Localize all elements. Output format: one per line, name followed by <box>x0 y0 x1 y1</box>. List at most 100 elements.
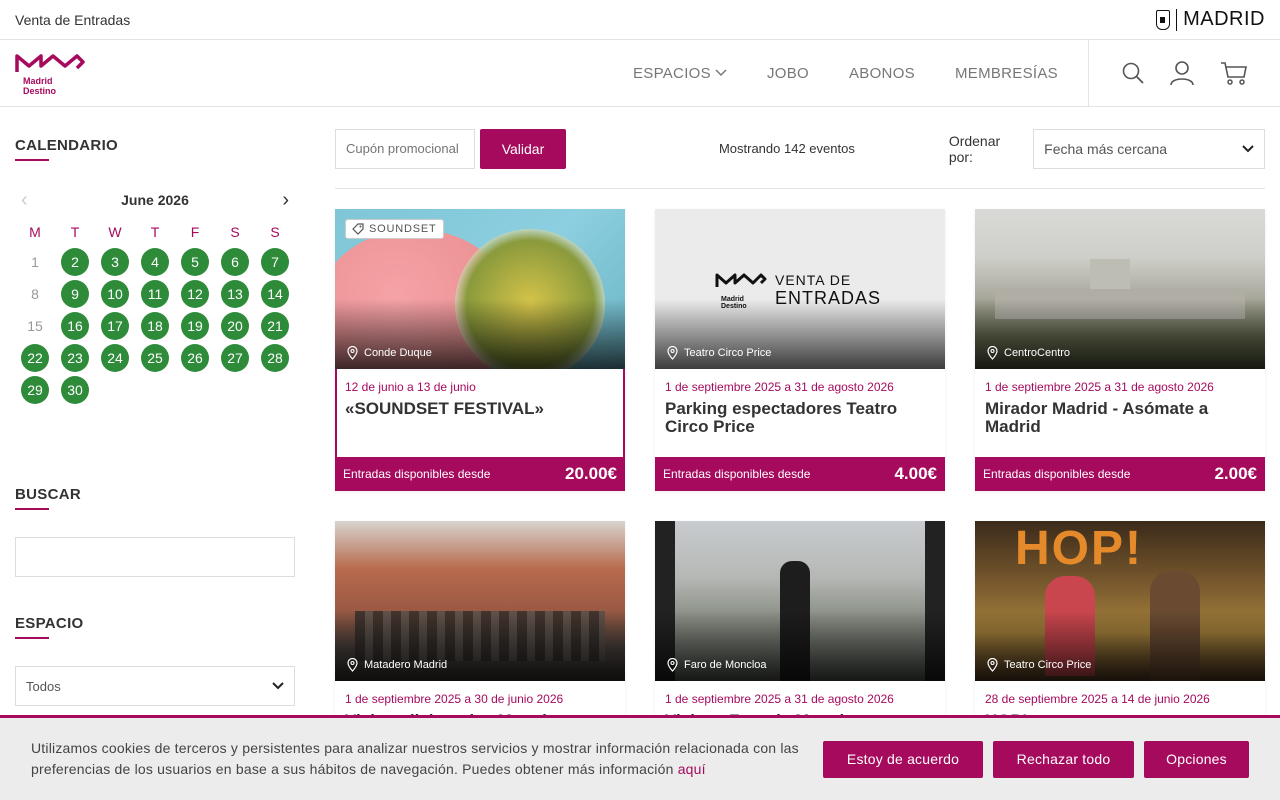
calendar-day[interactable]: 23 <box>55 342 95 374</box>
coupon-input[interactable] <box>335 128 475 169</box>
calendar-day[interactable]: 20 <box>215 310 255 342</box>
nav-espacios[interactable]: ESPACIOS <box>633 65 727 82</box>
event-card[interactable]: MadridDestinoVENTA DEENTRADASTeatro Circ… <box>655 209 945 491</box>
event-image[interactable]: SOUNDSET Conde Duque <box>335 209 625 369</box>
accept-cookies-button[interactable]: Estoy de acuerdo <box>823 740 983 778</box>
calendar-day[interactable]: 18 <box>135 310 175 342</box>
cookie-banner: Utilizamos cookies de terceros y persist… <box>0 715 1280 800</box>
calendar-day-number: 19 <box>181 312 209 340</box>
calendar-day[interactable]: 13 <box>215 278 255 310</box>
event-card[interactable]: CentroCentro 1 de septiembre 2025 a 31 de… <box>975 209 1265 491</box>
calendar-day[interactable]: 26 <box>175 342 215 374</box>
cookie-options-button[interactable]: Opciones <box>1144 740 1249 778</box>
event-title[interactable]: Mirador Madrid - Asómate a Madrid <box>985 400 1255 436</box>
madrid-logo-text: MADRID <box>1183 8 1265 30</box>
calendar-day[interactable]: 19 <box>175 310 215 342</box>
nav-membresias[interactable]: MEMBRESÍAS <box>955 65 1058 82</box>
calendar-day[interactable]: 6 <box>215 246 255 278</box>
nav-abonos[interactable]: ABONOS <box>849 65 915 82</box>
user-icon[interactable] <box>1169 60 1195 86</box>
calendar-day-number: 15 <box>27 318 43 334</box>
event-dates: 1 de septiembre 2025 a 31 de agosto 2026 <box>665 380 894 394</box>
weekday-header: F <box>190 224 200 240</box>
calendar-day-number: 1 <box>31 254 39 270</box>
calendar-day[interactable]: 17 <box>95 310 135 342</box>
calendar-day-number: 26 <box>181 344 209 372</box>
calendar-day[interactable]: 16 <box>55 310 95 342</box>
calendar-day[interactable]: 25 <box>135 342 175 374</box>
search-input[interactable] <box>15 537 295 577</box>
prev-month-icon[interactable]: ‹ <box>21 190 28 210</box>
reject-cookies-button[interactable]: Rechazar todo <box>993 740 1134 778</box>
calendar-day[interactable]: 11 <box>135 278 175 310</box>
event-price-bar[interactable]: Entradas disponibles desde 2.00€ <box>975 457 1265 491</box>
calendar-day[interactable]: 7 <box>255 246 295 278</box>
event-location: Teatro Circo Price <box>987 658 1091 672</box>
calendar-day[interactable]: 29 <box>15 374 55 406</box>
map-pin-icon <box>667 346 678 360</box>
event-image[interactable]: CentroCentro <box>975 209 1265 369</box>
validate-button[interactable]: Validar <box>480 128 566 169</box>
event-price: 20.00€ <box>565 464 617 483</box>
calendar-day[interactable]: 28 <box>255 342 295 374</box>
event-dates: 1 de septiembre 2025 a 31 de agosto 2026 <box>985 380 1214 394</box>
calendar-day[interactable]: 9 <box>55 278 95 310</box>
calendar-day-number: 3 <box>101 248 129 276</box>
calendar-day-number: 28 <box>261 344 289 372</box>
map-pin-icon <box>347 346 358 360</box>
event-image[interactable]: Matadero Madrid <box>335 521 625 681</box>
calendar-day-number: 16 <box>61 312 89 340</box>
calendar-grid: M T W T F S S 1 2 3 4 5 6 7 8 9 10 11 12 13 14 15 16 17 18 19 20 21… <box>15 224 295 406</box>
event-dates: 28 de septiembre 2025 a 14 de junio 2026 <box>985 692 1210 706</box>
calendar-day-number: 13 <box>221 280 249 308</box>
next-month-icon[interactable]: › <box>282 190 289 210</box>
calendar-day-number: 5 <box>181 248 209 276</box>
calendar-day-number: 30 <box>61 376 89 404</box>
calendar-day-number: 14 <box>261 280 289 308</box>
map-pin-icon <box>987 346 998 360</box>
calendar-day[interactable]: 27 <box>215 342 255 374</box>
madrid-city-logo[interactable]: MADRID <box>1156 8 1265 31</box>
search-icon[interactable] <box>1121 61 1145 85</box>
calendar-day[interactable]: 14 <box>255 278 295 310</box>
space-select[interactable]: Todos <box>15 666 295 706</box>
calendar-day[interactable]: 24 <box>95 342 135 374</box>
map-pin-icon <box>347 658 358 672</box>
calendar-day[interactable]: 21 <box>255 310 295 342</box>
event-image[interactable]: Faro de Moncloa <box>655 521 945 681</box>
order-select[interactable]: Fecha más cercana <box>1033 128 1266 169</box>
event-price-bar[interactable]: Entradas disponibles desde 4.00€ <box>655 457 945 491</box>
nav-jobo[interactable]: JOBO <box>767 65 809 82</box>
brand-logo[interactable]: Madrid Destino <box>0 40 330 106</box>
calendar-day-number: 24 <box>101 344 129 372</box>
event-price-bar[interactable]: Entradas disponibles desde 20.00€ <box>335 457 625 491</box>
cookie-message: Utilizamos cookies de terceros y persist… <box>31 738 812 780</box>
event-dates: 1 de septiembre 2025 a 31 de agosto 2026 <box>665 692 894 706</box>
event-tag-label: SOUNDSET <box>369 223 437 235</box>
calendar-day-number: 27 <box>221 344 249 372</box>
event-title[interactable]: Parking espectadores Teatro Circo Price <box>665 400 935 436</box>
cookie-info-link[interactable]: aquí <box>678 761 706 777</box>
event-tag[interactable]: SOUNDSET <box>345 219 444 239</box>
calendar-month: June 2026 <box>121 192 189 208</box>
weekday-header: T <box>70 224 80 240</box>
event-card[interactable]: SOUNDSET Conde Duque 12 de junio a 13 de j… <box>335 209 625 491</box>
events-grid: SOUNDSET Conde Duque 12 de junio a 13 de j… <box>335 209 1265 800</box>
calendar-day[interactable]: 10 <box>95 278 135 310</box>
event-title[interactable]: «SOUNDSET FESTIVAL» <box>345 400 615 418</box>
price-label: Entradas disponibles desde <box>983 467 1131 481</box>
weekday-header: M <box>29 224 41 240</box>
calendar-day[interactable]: 5 <box>175 246 215 278</box>
calendar-day[interactable]: 4 <box>135 246 175 278</box>
calendar-day[interactable]: 3 <box>95 246 135 278</box>
calendar-day[interactable]: 2 <box>55 246 95 278</box>
weekday-header: S <box>230 224 240 240</box>
calendar-day[interactable]: 12 <box>175 278 215 310</box>
event-image[interactable]: MadridDestinoVENTA DEENTRADASTeatro Circ… <box>655 209 945 369</box>
cart-icon[interactable] <box>1220 61 1248 85</box>
calendar-day[interactable]: 30 <box>55 374 95 406</box>
calendar-day[interactable]: 22 <box>15 342 55 374</box>
price-label: Entradas disponibles desde <box>343 467 491 481</box>
event-image[interactable]: HOP! Teatro Circo Price <box>975 521 1265 681</box>
weekday-header: W <box>108 224 122 240</box>
